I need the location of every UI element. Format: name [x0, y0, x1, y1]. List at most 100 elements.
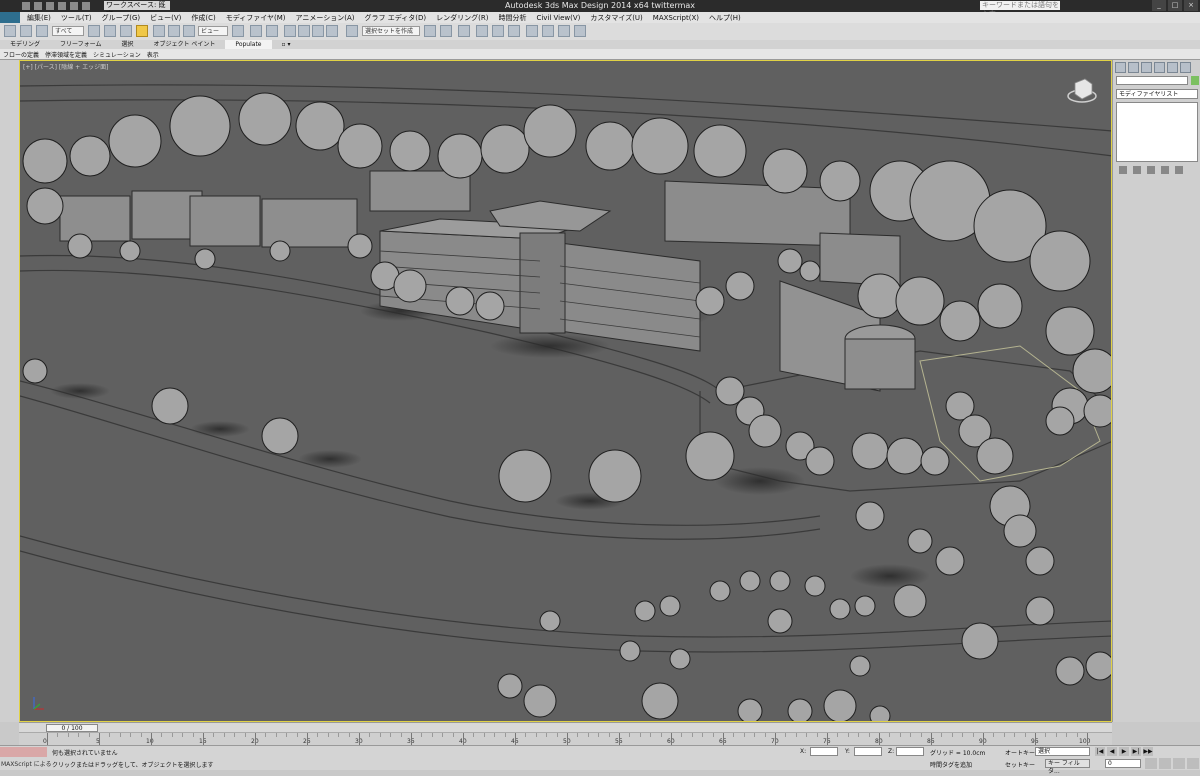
tab-selection[interactable]: 選択 — [111, 40, 143, 49]
menu-rendering[interactable]: レンダリング(R) — [431, 13, 493, 23]
selection-filter-dropdown[interactable]: すべて — [52, 26, 84, 36]
spinner-snap-icon[interactable] — [326, 25, 338, 37]
open-file-icon[interactable] — [34, 2, 42, 10]
ribbon-options-icon[interactable]: ▫ ▾ — [272, 40, 301, 49]
object-color-swatch[interactable] — [1191, 76, 1199, 85]
y-coordinate-field[interactable] — [854, 747, 882, 756]
angle-snap-icon[interactable] — [298, 25, 310, 37]
minimize-button[interactable]: _ — [1152, 0, 1166, 11]
rendered-frame-window-icon[interactable] — [558, 25, 570, 37]
tab-modeling[interactable]: モデリング — [0, 40, 50, 49]
keyboard-shortcut-override-icon[interactable] — [266, 25, 278, 37]
menu-help[interactable]: ヘルプ(H) — [704, 13, 746, 23]
object-name-field[interactable] — [1116, 76, 1188, 85]
menu-group[interactable]: グループ(G) — [97, 13, 145, 23]
link-icon[interactable] — [4, 25, 16, 37]
create-tab-icon[interactable] — [1115, 62, 1126, 73]
motion-tab-icon[interactable] — [1154, 62, 1165, 73]
search-input[interactable]: キーワードまたは語句を入力 — [980, 1, 1060, 18]
menu-animation[interactable]: アニメーション(A) — [291, 13, 360, 23]
modifier-stack[interactable] — [1116, 102, 1198, 162]
key-selection-dropdown[interactable]: 選択 — [1035, 747, 1090, 756]
window-crossing-icon[interactable] — [136, 25, 148, 37]
save-icon[interactable] — [46, 2, 54, 10]
edit-named-selection-icon[interactable] — [346, 25, 358, 37]
menu-modifiers[interactable]: モディファイヤ(M) — [221, 13, 291, 23]
select-object-icon[interactable] — [88, 25, 100, 37]
next-frame-icon[interactable]: ▶| — [1131, 747, 1141, 756]
menu-graph-editors[interactable]: グラフ エディタ(D) — [360, 13, 432, 23]
trees[interactable] — [22, 92, 1112, 722]
z-coordinate-field[interactable] — [896, 747, 924, 756]
move-icon[interactable] — [153, 25, 165, 37]
bind-space-warp-icon[interactable] — [36, 25, 48, 37]
menu-view[interactable]: ビュー(V) — [145, 13, 186, 23]
scale-icon[interactable] — [183, 25, 195, 37]
rectangular-region-icon[interactable] — [120, 25, 132, 37]
set-key-button[interactable]: セットキー — [1005, 760, 1035, 769]
schematic-view-icon[interactable] — [508, 25, 520, 37]
utilities-tab-icon[interactable] — [1180, 62, 1191, 73]
perspective-viewport[interactable]: [+] [パース] [陰線 + エッジ面] — [19, 60, 1112, 722]
menu-time-analysis[interactable]: 時間分析 — [493, 13, 531, 23]
pivot-center-icon[interactable] — [232, 25, 244, 37]
modify-tab-icon[interactable] — [1128, 62, 1139, 73]
reference-coordinate-dropdown[interactable]: ビュー — [198, 26, 228, 36]
add-time-tag[interactable]: 時間タグを追加 — [930, 760, 972, 769]
menu-tools[interactable]: ツール(T) — [56, 13, 97, 23]
display-button[interactable]: 表示 — [144, 50, 162, 59]
play-icon[interactable]: ▶ — [1119, 747, 1129, 756]
viewport-label[interactable]: [+] [パース] [陰線 + エッジ面] — [23, 62, 108, 71]
layer-manager-icon[interactable] — [458, 25, 470, 37]
define-idle-areas-button[interactable]: 停滞領域を定義 — [42, 50, 90, 59]
app-logo-icon[interactable] — [0, 12, 20, 23]
hierarchy-tab-icon[interactable] — [1141, 62, 1152, 73]
tab-object-paint[interactable]: オブジェクト ペイント — [144, 40, 226, 49]
remove-modifier-icon[interactable] — [1161, 166, 1169, 174]
maximize-button[interactable]: □ — [1168, 0, 1182, 11]
menu-maxscript[interactable]: MAXScript(X) — [648, 14, 704, 22]
menu-civil-view[interactable]: Civil View(V) — [531, 14, 585, 22]
percent-snap-icon[interactable] — [312, 25, 324, 37]
show-end-result-icon[interactable] — [1133, 166, 1141, 174]
undo-icon[interactable] — [58, 2, 66, 10]
current-frame-field[interactable]: 0 — [1105, 759, 1141, 768]
menu-create[interactable]: 作成(C) — [186, 13, 220, 23]
modifier-list-dropdown[interactable]: モディファイヤリスト — [1116, 89, 1198, 99]
pin-stack-icon[interactable] — [1119, 166, 1127, 174]
go-to-start-icon[interactable]: |◀ — [1095, 747, 1105, 756]
redo-icon[interactable] — [70, 2, 78, 10]
curve-editor-icon[interactable] — [492, 25, 504, 37]
previous-frame-icon[interactable]: ◀ — [1107, 747, 1117, 756]
graphite-modeling-icon[interactable] — [476, 25, 488, 37]
orbit-icon[interactable] — [1187, 758, 1199, 769]
workspace-dropdown[interactable]: ワークスペース: 既定 — [104, 1, 170, 18]
x-coordinate-field[interactable] — [810, 747, 838, 756]
material-editor-icon[interactable] — [526, 25, 538, 37]
zoom-icon[interactable] — [1145, 758, 1157, 769]
simulation-button[interactable]: シミュレーション — [90, 50, 144, 59]
time-slider[interactable]: 0 / 100 — [46, 724, 98, 732]
rotate-icon[interactable] — [168, 25, 180, 37]
select-manipulate-icon[interactable] — [250, 25, 262, 37]
tab-freeform[interactable]: フリーフォーム — [50, 40, 111, 49]
render-setup-icon[interactable] — [542, 25, 554, 37]
render-production-icon[interactable] — [574, 25, 586, 37]
pan-icon[interactable] — [1173, 758, 1185, 769]
tab-populate[interactable]: Populate — [225, 40, 272, 49]
new-file-icon[interactable] — [22, 2, 30, 10]
make-unique-icon[interactable] — [1147, 166, 1155, 174]
define-flows-button[interactable]: フローの定義 — [0, 50, 42, 59]
close-button[interactable]: × — [1184, 0, 1198, 11]
named-selection-dropdown[interactable]: 選択セットを作成 — [362, 26, 420, 36]
unlink-icon[interactable] — [20, 25, 32, 37]
key-filters-button[interactable]: キー フィルタ... — [1045, 759, 1090, 775]
go-to-end-icon[interactable]: ▶▶ — [1143, 747, 1153, 756]
zoom-all-icon[interactable] — [1159, 758, 1171, 769]
menu-edit[interactable]: 編集(E) — [22, 13, 56, 23]
menu-customize[interactable]: カスタマイズ(U) — [585, 13, 647, 23]
display-tab-icon[interactable] — [1167, 62, 1178, 73]
project-folder-icon[interactable] — [82, 2, 90, 10]
snaps-toggle-icon[interactable] — [284, 25, 296, 37]
align-icon[interactable] — [440, 25, 452, 37]
